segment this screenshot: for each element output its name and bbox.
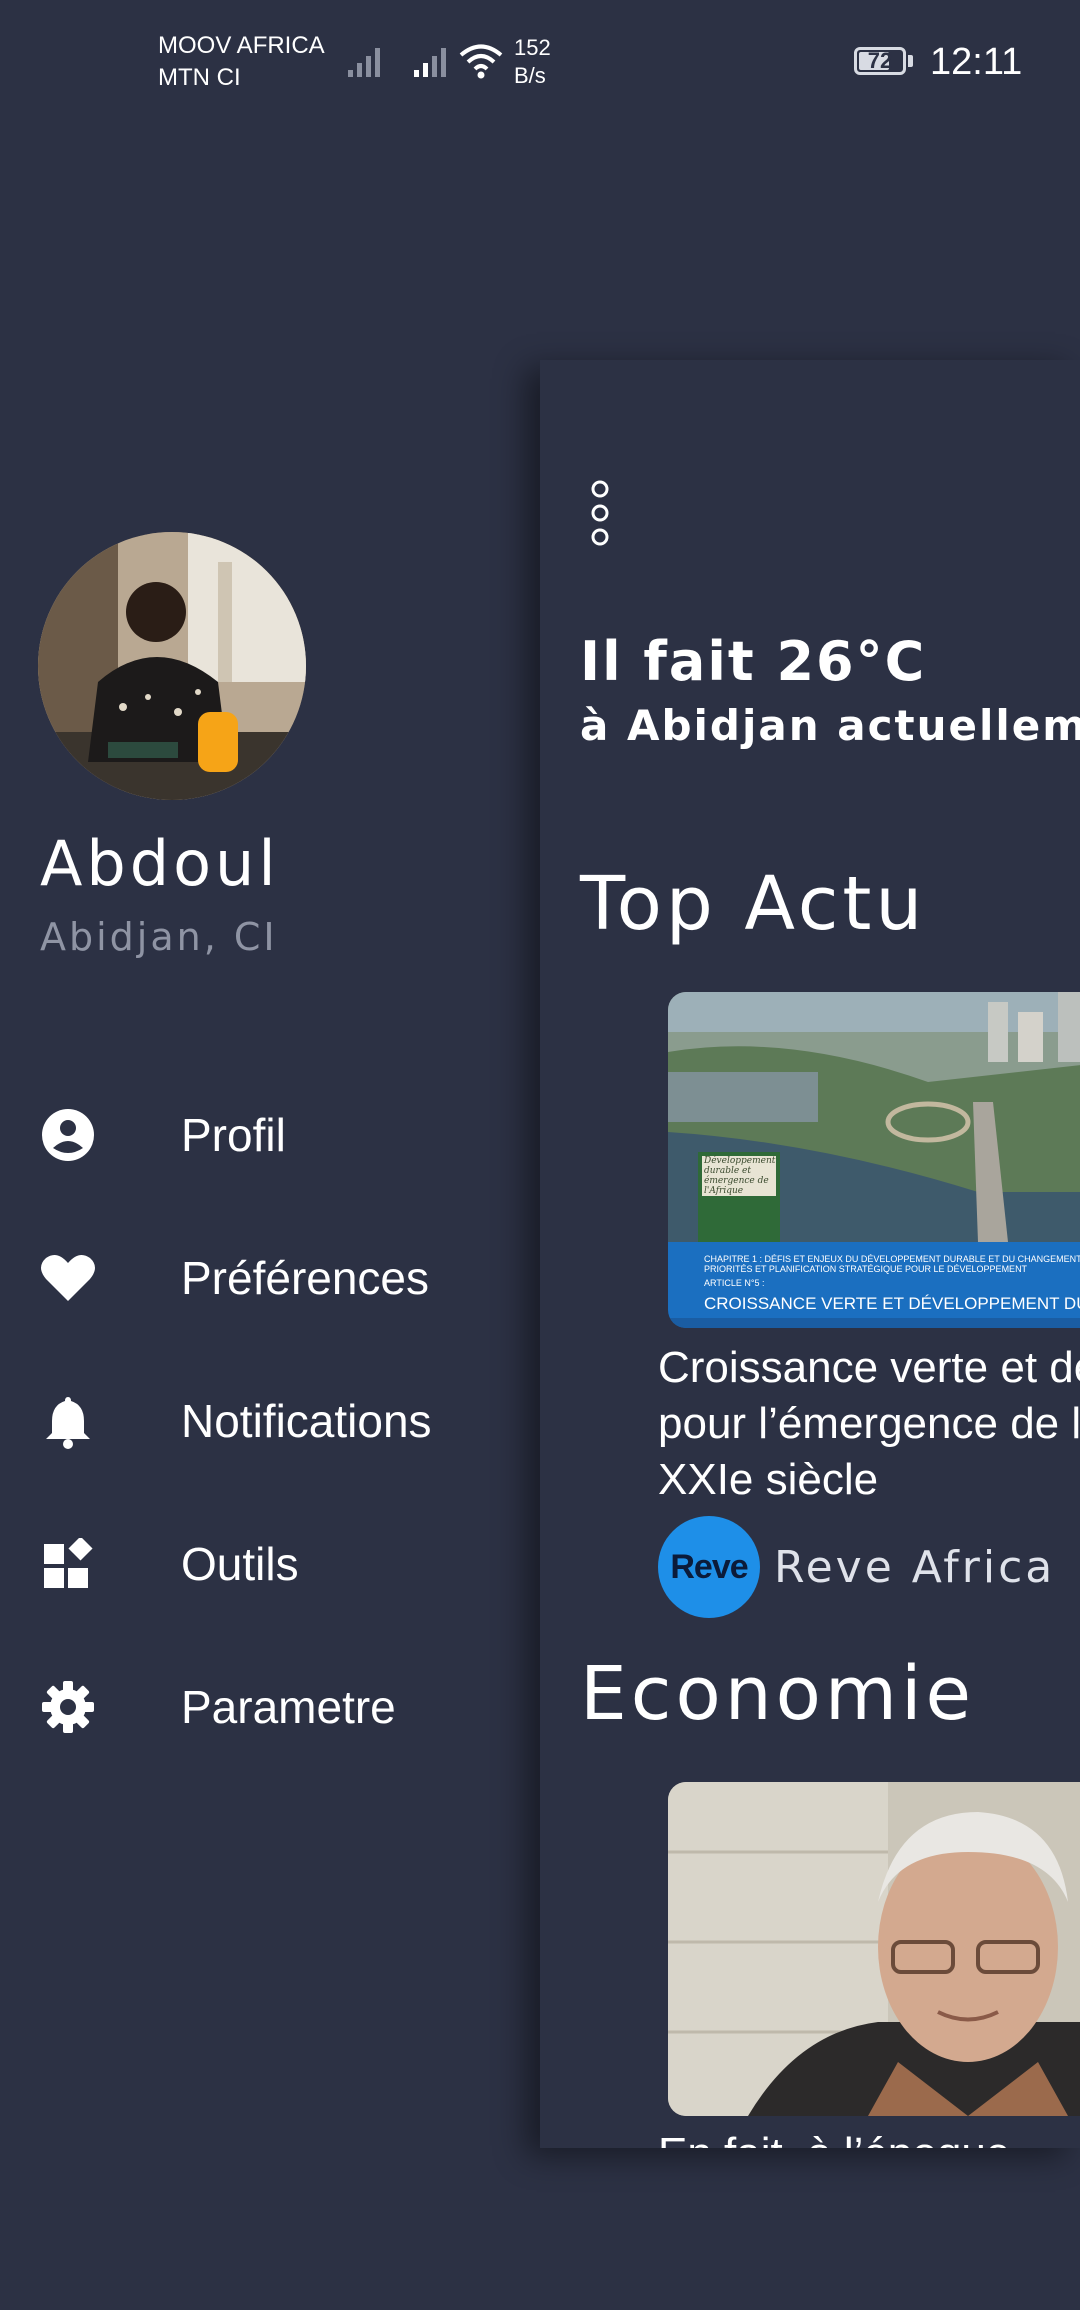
source-name[interactable]: Reve Africa [774,1540,1055,1596]
bell-icon [40,1393,96,1449]
weather-location: à Abidjan actuellement [580,701,1080,750]
carrier-2: MTN CI [158,64,241,91]
avatar[interactable] [38,532,306,800]
menu-item-profil[interactable]: Profil [40,1085,520,1185]
signal-icon-sim2 [414,48,446,77]
battery-level: 72 [867,48,893,73]
network-speed-unit: B/s [514,63,546,88]
heart-icon [40,1250,96,1306]
menu-label-preferences: Préférences [181,1252,430,1304]
menu-label-notifications: Notifications [181,1395,432,1447]
image-caption-3: ARTICLE N°5 : [704,1278,765,1288]
weather-temperature: Il fait 26°C [580,630,927,693]
source-logo-text: Reve [670,1547,748,1586]
widgets-icon [40,1536,96,1592]
menu-item-notifications[interactable]: Notifications [40,1371,520,1471]
article-title-economie[interactable]: En fait, à l’époque [658,2126,1010,2148]
clock: 12:11 [930,41,1023,83]
image-caption-2: PRIORITÉS ET PLANIFICATION STRATÉGIQUE P… [704,1264,1028,1274]
carrier-1: MOOV AFRICA [158,32,325,59]
image-caption-4: CROISSANCE VERTE ET DÉVELOPPEMENT DURABL… [704,1294,1080,1313]
avatar-photo [38,532,306,800]
status-bar: MOOV AFRICA MTN CI 152 B/s 72 12:11 [0,0,1080,120]
more-vertical-icon[interactable] [580,478,620,548]
article-image-economie[interactable] [668,1782,1080,2116]
menu-item-parametre[interactable]: Parametre [40,1657,520,1757]
network-speed-value: 152 [514,35,551,60]
article-title-top-actu[interactable]: Croissance verte et développement durabl… [658,1340,1080,1508]
article-photo-portrait [668,1782,1080,2116]
battery-tip [908,55,913,67]
menu-item-outils[interactable]: Outils [40,1514,520,1614]
network-speed: 152 B/s [514,34,551,90]
main-content-card[interactable]: Il fait 26°C à Abidjan actuellement Top … [540,360,1080,2148]
wifi-icon [459,44,503,79]
gear-icon [40,1679,96,1735]
user-name: Abdoul [40,827,280,900]
user-location: Abidjan, CI [40,915,278,959]
menu-label-parametre: Parametre [181,1681,396,1733]
article-image-top-actu[interactable]: Développement durable et émergence de l'… [668,992,1080,1328]
menu-label-profil: Profil [181,1109,286,1161]
menu-item-preferences[interactable]: Préférences [40,1228,520,1328]
menu-label-outils: Outils [181,1538,299,1590]
source-logo[interactable]: Reve [658,1516,760,1618]
section-title-economie: Economie [580,1651,976,1737]
signal-icon-sim1 [348,48,380,77]
section-title-top-actu: Top Actu [580,861,927,947]
carrier-info: MOOV AFRICA MTN CI [158,30,325,94]
account-circle-icon [40,1107,96,1163]
book-cover-text: Développement durable et émergence de l'… [704,1156,776,1196]
